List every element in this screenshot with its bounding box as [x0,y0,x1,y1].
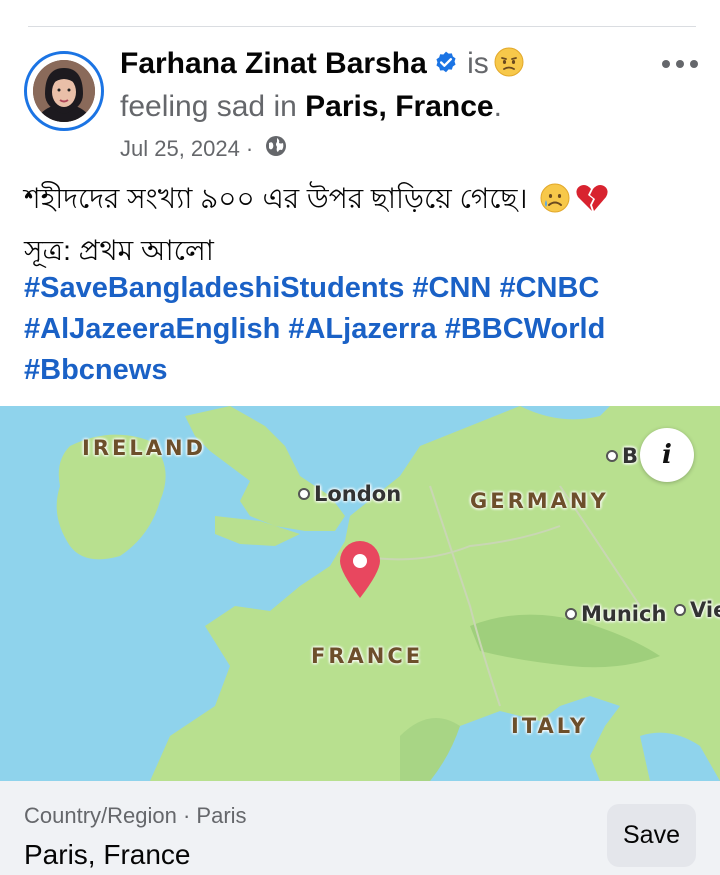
place-footer[interactable]: Country/Region · Paris Paris, France Sav… [0,781,720,875]
hashtags: #SaveBangladeshiStudents #CNN #CNBC #AlJ… [24,268,664,391]
city-label: Munich [581,602,667,626]
broken-heart-emoji [575,182,609,228]
avatar-image [33,60,95,122]
info-icon[interactable]: i [640,428,694,482]
post-header: Farhana Zinat Barsha is feeling sad in P… [120,44,640,163]
period: . [493,90,502,123]
hashtag-link[interactable]: #ALjazerra [288,313,436,345]
hashtag-link[interactable]: #SaveBangladeshiStudents [24,272,404,304]
city-dot [298,488,310,500]
map-label-ireland: IRELAND [82,436,206,460]
city-dot [606,450,618,462]
map-city-vienna: Vie [674,598,720,622]
hashtag-link[interactable]: #Bbcnews [24,354,167,386]
author-avatar[interactable] [24,51,104,131]
city-label: London [314,482,402,506]
is-text: is [467,47,489,80]
city-dot [565,608,577,620]
map-label-italy: ITALY [511,714,589,738]
body-line-1: শহীদদের সংখ্যা ৯০০ এর উপর ছাড়িয়ে গেছে। [24,183,528,214]
save-button[interactable]: Save [607,804,696,867]
hashtag-link[interactable]: #BBCWorld [445,313,606,345]
post-body: শহীদদের সংখ্যা ৯০০ এর উপর ছাড়িয়ে গেছে।… [24,176,704,274]
map-label-france: FRANCE [311,644,424,668]
map-city-berlin: B [606,444,638,468]
meta-separator: · [245,136,254,161]
post-date[interactable]: Jul 25, 2024 [120,136,240,162]
more-options-icon[interactable] [662,60,698,68]
location-map[interactable]: IRELAND GERMANY FRANCE ITALY London Muni… [0,406,720,781]
author-name[interactable]: Farhana Zinat Barsha [120,47,427,80]
feeling-text: feeling sad in [120,90,306,123]
map-label-germany: GERMANY [470,489,609,513]
hashtag-link[interactable]: #CNN [412,272,491,304]
city-label: B [622,444,639,468]
sad-face-emoji [493,46,525,89]
top-divider [28,26,696,27]
hashtag-link[interactable]: #AlJazeeraEnglish [24,313,280,345]
place-category: Country/Region · Paris [24,803,247,828]
map-city-munich: Munich [565,602,666,626]
map-city-london: London [298,482,401,506]
city-label: Vie [690,598,720,622]
verified-badge-icon [433,47,459,87]
location-link[interactable]: Paris, France [305,90,493,123]
place-title: Paris, France [24,839,191,870]
crying-face-emoji [539,182,571,228]
location-pin-icon [336,540,384,605]
city-dot [674,604,686,616]
hashtag-link[interactable]: #CNBC [499,272,599,304]
globe-icon [265,135,287,163]
info-symbol: i [662,440,672,470]
